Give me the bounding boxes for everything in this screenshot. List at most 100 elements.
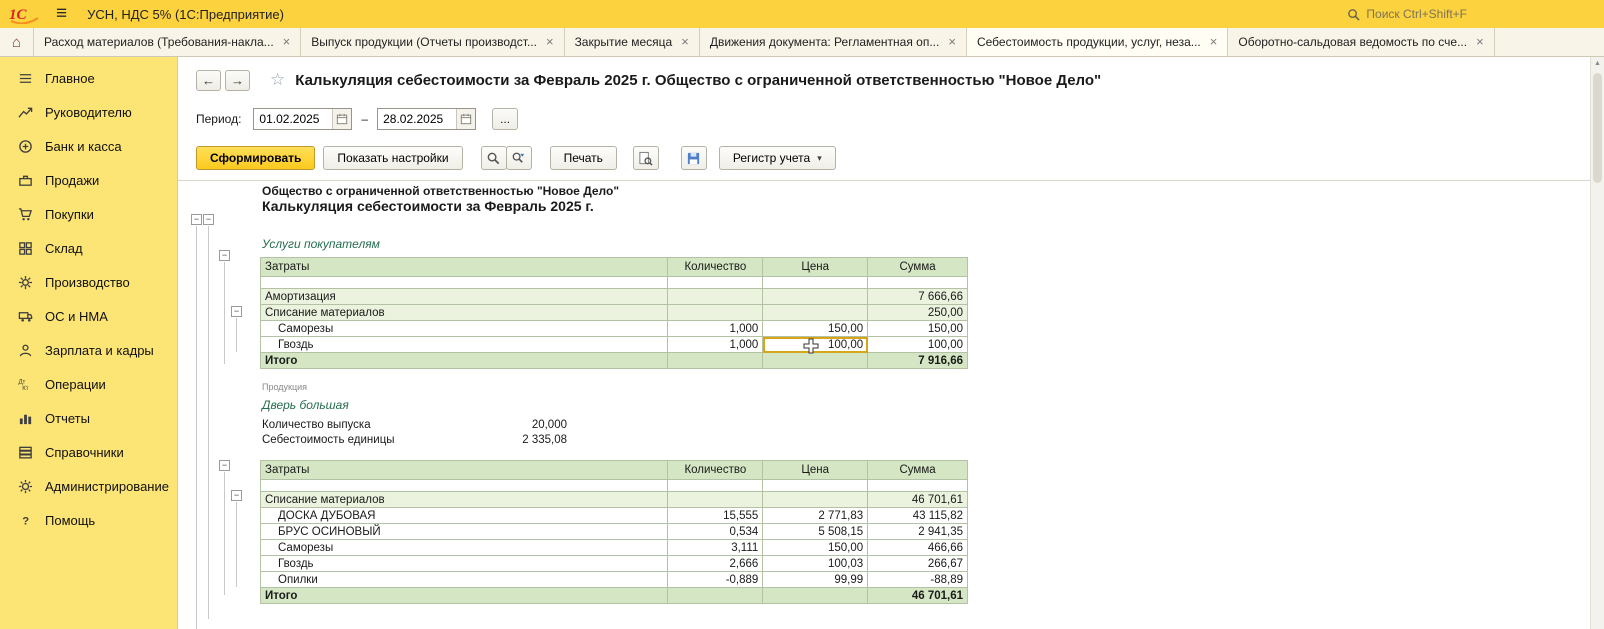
- stat-value[interactable]: 20,000: [532, 419, 567, 433]
- qty-cell[interactable]: 1,000: [668, 337, 763, 353]
- price-cell[interactable]: 100,03: [763, 556, 868, 572]
- sum-cell[interactable]: [868, 480, 968, 492]
- row-label-cell[interactable]: Списание материалов: [261, 492, 668, 508]
- qty-cell[interactable]: 2,666: [668, 556, 763, 572]
- row-label-cell[interactable]: Итого: [261, 588, 668, 604]
- row-label-cell[interactable]: Гвоздь: [261, 337, 668, 353]
- section2-group-title[interactable]: Дверь большая: [262, 398, 349, 412]
- print-button[interactable]: Печать: [550, 146, 617, 170]
- column-header[interactable]: Цена: [763, 258, 868, 277]
- sidebar-item-6[interactable]: Производство: [0, 265, 177, 299]
- collapse-section2-icon[interactable]: −: [219, 460, 230, 471]
- price-cell[interactable]: 2 771,83: [763, 508, 868, 524]
- tab-0[interactable]: Расход материалов (Требования-накла...×: [34, 28, 301, 56]
- scroll-up-icon[interactable]: ▲: [1591, 57, 1604, 71]
- qty-cell[interactable]: [668, 492, 763, 508]
- column-header[interactable]: Сумма: [868, 461, 968, 480]
- sidebar-item-9[interactable]: ДтКтОперации: [0, 367, 177, 401]
- row-label-cell[interactable]: Саморезы: [261, 321, 668, 337]
- row-label-cell[interactable]: Списание материалов: [261, 305, 668, 321]
- tab-1[interactable]: Выпуск продукции (Отчеты производст...×: [301, 28, 564, 56]
- qty-cell[interactable]: [668, 305, 763, 321]
- column-header[interactable]: Количество: [668, 258, 763, 277]
- row-label-cell[interactable]: ДОСКА ДУБОВАЯ: [261, 508, 668, 524]
- tab-close-icon[interactable]: ×: [283, 36, 291, 48]
- sidebar-item-0[interactable]: Главное: [0, 61, 177, 95]
- register-dropdown-button[interactable]: Регистр учета ▾: [719, 146, 836, 170]
- row-label-cell[interactable]: БРУС ОСИНОВЫЙ: [261, 524, 668, 540]
- tab-5[interactable]: Оборотно-сальдовая ведомость по сче...×: [1228, 28, 1494, 56]
- save-button[interactable]: [681, 146, 707, 170]
- row-label-cell[interactable]: Опилки: [261, 572, 668, 588]
- find-advanced-button[interactable]: [506, 146, 532, 170]
- row-label-cell[interactable]: [261, 277, 668, 289]
- column-header[interactable]: Цена: [763, 461, 868, 480]
- sum-cell[interactable]: 7 916,66: [868, 353, 968, 369]
- tab-close-icon[interactable]: ×: [1210, 36, 1218, 48]
- sum-cell[interactable]: 46 701,61: [868, 588, 968, 604]
- tab-3[interactable]: Движения документа: Регламентная оп...×: [700, 28, 967, 56]
- sidebar-item-11[interactable]: Справочники: [0, 435, 177, 469]
- column-header[interactable]: Затраты: [261, 461, 668, 480]
- row-label-cell[interactable]: [261, 480, 668, 492]
- back-button[interactable]: ←: [196, 70, 221, 91]
- row-label-cell[interactable]: Амортизация: [261, 289, 668, 305]
- price-cell[interactable]: [763, 289, 868, 305]
- qty-cell[interactable]: 15,555: [668, 508, 763, 524]
- period-to-calendar-button[interactable]: [456, 109, 475, 129]
- sum-cell[interactable]: 43 115,82: [868, 508, 968, 524]
- sidebar-item-12[interactable]: Администрирование: [0, 469, 177, 503]
- qty-cell[interactable]: 0,534: [668, 524, 763, 540]
- sum-cell[interactable]: -88,89: [868, 572, 968, 588]
- sidebar-item-13[interactable]: ?Помощь: [0, 503, 177, 537]
- sum-cell[interactable]: 2 941,35: [868, 524, 968, 540]
- find-button[interactable]: [481, 146, 507, 170]
- sidebar-item-4[interactable]: Покупки: [0, 197, 177, 231]
- sum-cell[interactable]: 250,00: [868, 305, 968, 321]
- main-menu-icon[interactable]: ≡: [56, 4, 67, 24]
- row-label-cell[interactable]: Саморезы: [261, 540, 668, 556]
- tab-close-icon[interactable]: ×: [546, 36, 554, 48]
- period-more-button[interactable]: ...: [492, 108, 518, 130]
- collapse-level1-icon[interactable]: −: [191, 214, 202, 225]
- price-cell[interactable]: [763, 588, 868, 604]
- column-header[interactable]: Сумма: [868, 258, 968, 277]
- vertical-scrollbar[interactable]: ▲: [1590, 57, 1604, 629]
- sum-cell[interactable]: 150,00: [868, 321, 968, 337]
- collapse-materials2-icon[interactable]: −: [231, 490, 242, 501]
- price-cell[interactable]: [763, 353, 868, 369]
- sum-cell[interactable]: 266,67: [868, 556, 968, 572]
- sum-cell[interactable]: 7 666,66: [868, 289, 968, 305]
- sidebar-item-3[interactable]: Продажи: [0, 163, 177, 197]
- collapse-section1-icon[interactable]: −: [219, 250, 230, 261]
- column-header[interactable]: Затраты: [261, 258, 668, 277]
- sum-cell[interactable]: 466,66: [868, 540, 968, 556]
- price-cell[interactable]: [763, 277, 868, 289]
- tab-2[interactable]: Закрытие месяца×: [565, 28, 700, 56]
- qty-cell[interactable]: -0,889: [668, 572, 763, 588]
- price-cell[interactable]: [763, 305, 868, 321]
- scrollbar-thumb[interactable]: [1593, 73, 1602, 183]
- sidebar-item-1[interactable]: Руководителю: [0, 95, 177, 129]
- collapse-materials1-icon[interactable]: −: [231, 306, 242, 317]
- period-to-input[interactable]: [378, 109, 456, 129]
- row-label-cell[interactable]: Итого: [261, 353, 668, 369]
- price-cell[interactable]: 99,99: [763, 572, 868, 588]
- favorite-star-icon[interactable]: ☆: [270, 70, 285, 90]
- generate-button[interactable]: Сформировать: [196, 146, 315, 170]
- home-tab[interactable]: ⌂: [0, 28, 34, 56]
- sum-cell[interactable]: [868, 277, 968, 289]
- qty-cell[interactable]: [668, 277, 763, 289]
- price-cell[interactable]: 150,00: [763, 540, 868, 556]
- qty-cell[interactable]: [668, 289, 763, 305]
- column-header[interactable]: Количество: [668, 461, 763, 480]
- price-cell[interactable]: 150,00: [763, 321, 868, 337]
- price-cell[interactable]: [763, 480, 868, 492]
- qty-cell[interactable]: [668, 353, 763, 369]
- period-from-calendar-button[interactable]: [332, 109, 351, 129]
- period-from-input[interactable]: [254, 109, 332, 129]
- global-search[interactable]: Поиск Ctrl+Shift+F: [1347, 0, 1467, 28]
- tab-close-icon[interactable]: ×: [681, 36, 689, 48]
- collapse-level2-icon[interactable]: −: [203, 214, 214, 225]
- qty-cell[interactable]: 3,111: [668, 540, 763, 556]
